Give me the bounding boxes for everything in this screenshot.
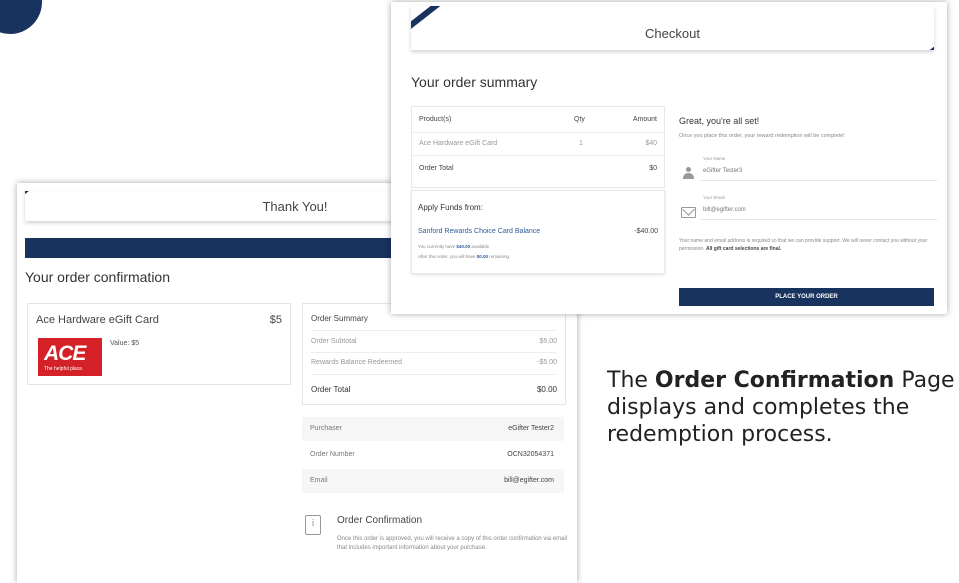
note-text: You currently have — [418, 244, 457, 249]
summary-total-label: Order Total — [311, 385, 351, 394]
funds-available-note: You currently have $40.00 available — [418, 244, 489, 249]
product-price: $5 — [269, 314, 282, 326]
apply-funds-title: Apply Funds from: — [418, 203, 483, 212]
product-card: Ace Hardware eGift Card $5 ACE The helpf… — [27, 303, 291, 385]
place-order-button[interactable]: PLACE YOUR ORDER — [679, 288, 934, 306]
ace-logo-tagline: The helpful place. — [44, 366, 84, 372]
fine-print-bold: All gift card selections are final. — [705, 246, 782, 252]
table-cell-product: Ace Hardware eGift Card — [419, 140, 498, 147]
order-summary-heading: Your order summary — [411, 74, 538, 90]
info-label: Purchaser — [310, 425, 342, 432]
name-field-underline — [701, 180, 937, 181]
funds-remaining-note: After this order, you will have $0.00 re… — [418, 254, 509, 259]
note-amount: $0.00 — [476, 254, 489, 259]
email-row: Email bill@egifter.com — [302, 469, 564, 493]
ace-logo: ACE The helpful place. — [38, 338, 102, 376]
order-total-label: Order Total — [419, 165, 454, 172]
apply-funds-panel: Apply Funds from: Sanford Rewards Choice… — [411, 190, 665, 274]
order-number-row: Order Number OCN32054371 — [302, 443, 564, 467]
header-accent-stripe — [25, 191, 40, 199]
col-header-qty: Qty — [574, 116, 585, 123]
divider — [311, 352, 557, 353]
divider — [311, 330, 557, 331]
mail-icon — [681, 207, 696, 218]
purchaser-row: Purchaser eGifter Tester2 — [302, 417, 564, 441]
divider — [311, 374, 557, 375]
funds-source-link[interactable]: Sanford Rewards Choice Card Balance — [418, 228, 540, 235]
confirmation-title: Order Confirmation — [337, 515, 423, 526]
product-value: Value: $5 — [110, 340, 140, 347]
summary-row-value: -$5.00 — [537, 359, 557, 366]
confirmation-body: Once this order is approved, you will re… — [337, 536, 568, 551]
note-text: After this order, you will have — [418, 254, 477, 259]
support-fine-print: Your name and email address is required … — [679, 237, 937, 253]
info-icon: i — [305, 515, 321, 535]
caption-text: The Order Confirmation Page displays and… — [607, 367, 959, 448]
email-field[interactable]: bill@egifter.com — [703, 207, 746, 213]
table-cell-qty: 1 — [579, 140, 583, 147]
summary-row-value: $5.00 — [539, 338, 557, 345]
name-field-label: Your Name — [703, 156, 726, 161]
funds-amount: -$40.00 — [634, 228, 658, 235]
summary-row: Rewards Balance Redeemed -$5.00 — [311, 359, 557, 366]
info-value: bill@egifter.com — [504, 477, 554, 484]
checkout-header: Checkout — [411, 6, 934, 50]
info-value: OCN32054371 — [507, 451, 554, 458]
divider — [412, 155, 664, 156]
note-text: available — [470, 244, 490, 249]
all-set-title: Great, you're all set! — [679, 116, 760, 126]
note-amount: $40.00 — [456, 244, 471, 249]
product-table: Product(s) Qty Amount Ace Hardware eGift… — [411, 106, 665, 188]
divider — [412, 132, 664, 133]
summary-row-label: Rewards Balance Redeemed — [311, 359, 403, 366]
order-confirmation-heading: Your order confirmation — [25, 269, 171, 285]
summary-row-label: Order Subtotal — [311, 338, 357, 345]
info-value: eGifter Tester2 — [508, 425, 554, 432]
summary-total-row: Order Total $0.00 — [311, 385, 557, 394]
checkout-window: Checkout Your order summary Product(s) Q… — [391, 2, 947, 314]
user-icon — [683, 167, 694, 179]
col-header-amount: Amount — [632, 116, 657, 123]
header-accent-stripe — [900, 43, 934, 50]
note-text: remaining — [488, 254, 510, 259]
info-label: Email — [310, 477, 328, 484]
all-set-subtitle: Once you place this order, your reward r… — [679, 133, 845, 139]
corner-brand-circle — [0, 0, 42, 34]
table-cell-amount: $40 — [645, 140, 657, 147]
summary-row: Order Subtotal $5.00 — [311, 338, 557, 345]
name-field[interactable]: eGifter Tester3 — [703, 168, 742, 174]
checkout-title: Checkout — [645, 26, 700, 41]
order-summary-panel: Order Summary Order Subtotal $5.00 Rewar… — [302, 303, 566, 405]
order-summary-title: Order Summary — [311, 314, 368, 323]
ace-logo-word: ACE — [44, 342, 86, 365]
email-field-underline — [701, 219, 937, 220]
caption-bold: Order Confirmation — [654, 368, 895, 393]
email-field-label: Your Email — [703, 195, 725, 200]
info-label: Order Number — [310, 451, 355, 458]
summary-total-value: $0.00 — [536, 385, 557, 394]
product-name: Ace Hardware eGift Card — [36, 314, 159, 326]
col-header-product: Product(s) — [419, 116, 452, 123]
order-total-value: $0 — [649, 165, 657, 172]
caption-prefix: The — [607, 368, 655, 393]
